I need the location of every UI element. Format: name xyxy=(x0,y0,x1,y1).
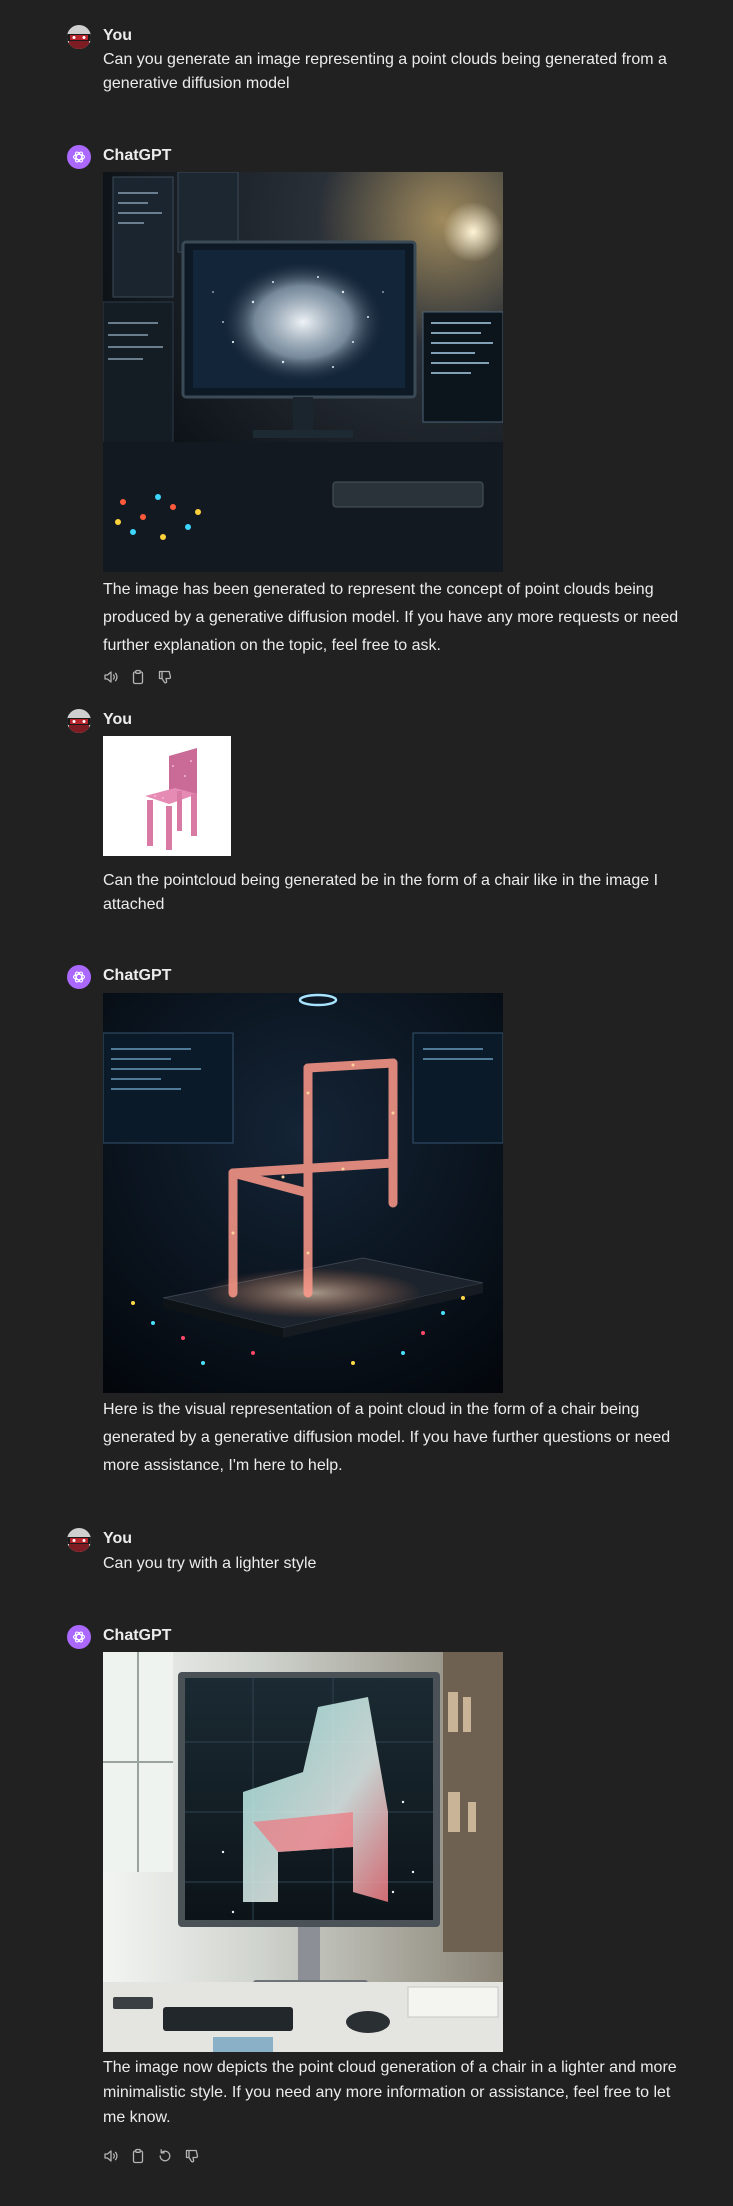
message-text: Can the pointcloud being generated be in… xyxy=(103,872,659,913)
chatgpt-logo-icon xyxy=(67,145,91,169)
thumbs-down-icon[interactable] xyxy=(157,669,173,685)
generated-image[interactable] xyxy=(103,993,503,1393)
message-text: The image now depicts the point cloud ge… xyxy=(103,2059,677,2126)
message-actions xyxy=(103,2148,200,2164)
message-text: Can you try with a lighter style xyxy=(103,1555,317,1572)
regenerate-icon[interactable] xyxy=(157,2148,173,2164)
chatgpt-logo-icon xyxy=(67,965,91,989)
attached-image[interactable] xyxy=(103,736,231,856)
message-actions xyxy=(103,669,173,685)
author-name: You xyxy=(103,27,133,44)
user-avatar xyxy=(67,25,91,49)
message-text: Can you generate an image representing a… xyxy=(103,51,667,92)
speaker-icon[interactable] xyxy=(103,669,119,685)
author-name: ChatGPT xyxy=(103,147,172,164)
generated-image[interactable] xyxy=(103,172,503,572)
message-text: The image has been generated to represen… xyxy=(103,581,679,654)
chatgpt-logo-icon xyxy=(67,1625,91,1649)
user-avatar xyxy=(67,1528,91,1552)
clipboard-icon[interactable] xyxy=(130,669,146,685)
thumbs-down-icon[interactable] xyxy=(184,2148,200,2164)
author-name: ChatGPT xyxy=(103,1627,172,1644)
clipboard-icon[interactable] xyxy=(130,2148,146,2164)
generated-image[interactable] xyxy=(103,1652,503,2052)
author-name: ChatGPT xyxy=(103,967,172,984)
speaker-icon[interactable] xyxy=(103,2148,119,2164)
author-name: You xyxy=(103,711,133,728)
message-text: Here is the visual representation of a p… xyxy=(103,1401,671,1474)
user-avatar xyxy=(67,709,91,733)
author-name: You xyxy=(103,1530,133,1547)
